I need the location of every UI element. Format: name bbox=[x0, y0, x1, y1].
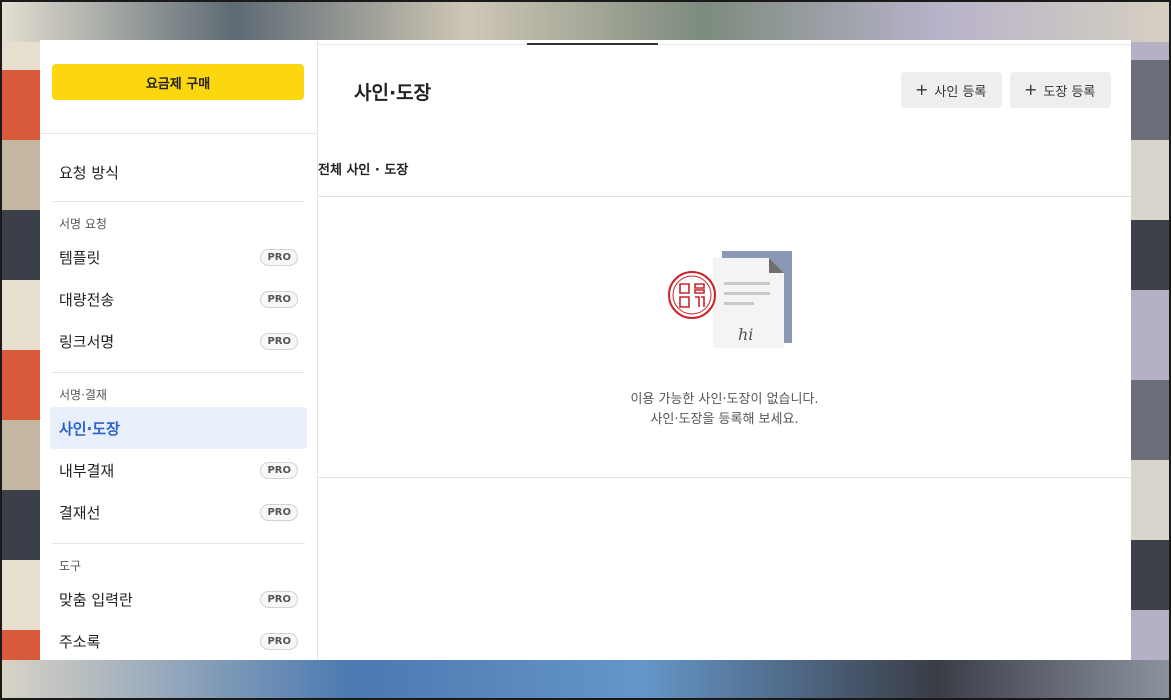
background-patch-right bbox=[1131, 0, 1171, 700]
section-label-sign-approval: 서명·결재 bbox=[59, 388, 107, 402]
document-line bbox=[724, 282, 770, 285]
list-header-divider bbox=[318, 196, 1131, 197]
page-title: 사인·도장 bbox=[354, 82, 432, 104]
sidebar-item-link-sign[interactable]: 링크서명 PRO bbox=[50, 320, 307, 362]
sidebar-item-bulk-send[interactable]: 대량전송 PRO bbox=[50, 278, 307, 320]
background-patch-left bbox=[0, 0, 45, 700]
buy-plan-button[interactable]: 요금제 구매 bbox=[52, 64, 304, 100]
background-patch-bottom bbox=[0, 660, 1171, 700]
plus-icon: + bbox=[915, 80, 929, 99]
active-tab-indicator bbox=[527, 43, 658, 45]
sidebar-item-sign-stamp[interactable]: 사인·도장 bbox=[50, 407, 307, 449]
sidebar-item-label: 내부결재 bbox=[59, 461, 115, 480]
add-stamp-label: 도장 등록 bbox=[1043, 84, 1096, 100]
sidebar-item-label: 요청 방식 bbox=[59, 163, 119, 182]
document-line bbox=[724, 292, 770, 295]
sidebar-item-template[interactable]: 템플릿 PRO bbox=[50, 236, 307, 278]
sidebar-item-label: 주소록 bbox=[59, 632, 101, 651]
buy-plan-area: 요금제 구매 bbox=[40, 40, 317, 134]
sidebar-item-label: 맞춤 입력란 bbox=[59, 590, 133, 609]
list-header: 전체 사인 · 도장 bbox=[318, 163, 409, 178]
document-line bbox=[724, 302, 754, 305]
empty-state-divider bbox=[318, 477, 1131, 478]
pro-badge: PRO bbox=[260, 290, 298, 308]
pro-badge: PRO bbox=[260, 248, 298, 266]
top-border bbox=[318, 44, 1131, 45]
sidebar-item-label: 대량전송 bbox=[59, 290, 115, 309]
sidebar-item-approval-line[interactable]: 결재선 PRO bbox=[50, 491, 307, 533]
sidebar-item-label: 결재선 bbox=[59, 503, 101, 522]
pro-badge: PRO bbox=[260, 632, 298, 650]
add-sign-button[interactable]: + 사인 등록 bbox=[901, 72, 1002, 108]
pro-badge: PRO bbox=[260, 461, 298, 479]
plus-icon: + bbox=[1024, 80, 1038, 99]
pro-badge: PRO bbox=[260, 590, 298, 608]
add-sign-label: 사인 등록 bbox=[934, 84, 987, 100]
stamp-icon bbox=[668, 271, 716, 319]
empty-state-line-1: 이용 가능한 사인·도장이 없습니다. bbox=[630, 392, 819, 407]
section-label-tools: 도구 bbox=[59, 559, 82, 573]
add-stamp-button[interactable]: + 도장 등록 bbox=[1010, 72, 1111, 108]
signature-mark: hi bbox=[738, 325, 753, 344]
sidebar-item-label: 링크서명 bbox=[59, 332, 115, 351]
sidebar-item-internal-approval[interactable]: 내부결재 PRO bbox=[50, 449, 307, 491]
stamp-document-illustration: hi bbox=[668, 251, 792, 348]
sidebar-item-label: 템플릿 bbox=[59, 248, 101, 267]
sidebar-item-request-method[interactable]: 요청 방식 bbox=[50, 151, 307, 193]
sidebar: 요금제 구매 요청 방식 서명 요청 템플릿 PRO 대량전송 PRO 링크서명… bbox=[40, 40, 318, 660]
main-content: 사인·도장 + 사인 등록 + 도장 등록 전체 사인 · 도장 hi 이용 가… bbox=[318, 40, 1131, 660]
sidebar-item-custom-fields[interactable]: 맞춤 입력란 PRO bbox=[50, 578, 307, 620]
empty-state-line-2: 사인·도장을 등록해 보세요. bbox=[650, 412, 799, 427]
empty-state-message: 이용 가능한 사인·도장이 없습니다. 사인·도장을 등록해 보세요. bbox=[318, 390, 1131, 430]
background-patch-top bbox=[0, 0, 1171, 42]
section-label-sign-request: 서명 요청 bbox=[59, 217, 107, 231]
sidebar-item-label: 사인·도장 bbox=[59, 419, 120, 438]
pro-badge: PRO bbox=[260, 332, 298, 350]
sidebar-item-address-book[interactable]: 주소록 PRO bbox=[50, 620, 307, 660]
pro-badge: PRO bbox=[260, 503, 298, 521]
